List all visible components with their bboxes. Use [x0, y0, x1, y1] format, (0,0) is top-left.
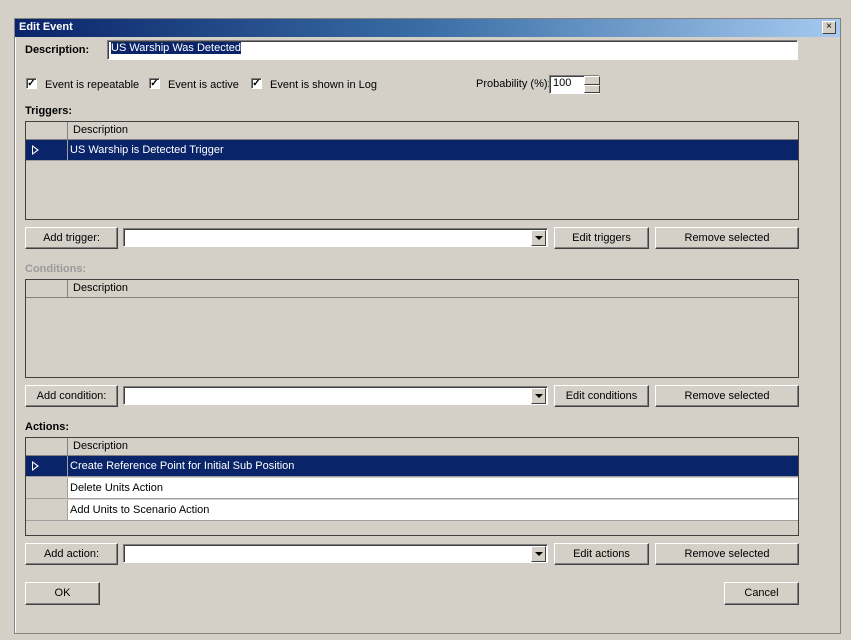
repeatable-checkbox[interactable]: ✓ — [26, 78, 37, 89]
triggers-grid[interactable]: Description US Warship is Detected Trigg… — [25, 121, 799, 220]
probability-down-button[interactable] — [584, 85, 600, 93]
conditions-heading: Conditions: — [25, 263, 87, 275]
table-row[interactable]: US Warship is Detected Trigger — [26, 140, 798, 161]
title-bar[interactable]: Edit Event × — [15, 19, 840, 37]
row-selector[interactable] — [26, 500, 68, 520]
ok-button[interactable]: OK — [25, 582, 100, 605]
row-selector[interactable] — [26, 456, 68, 476]
description-input[interactable]: US Warship Was Detected — [107, 40, 798, 60]
active-label: Event is active — [168, 79, 239, 91]
action-description: Add Units to Scenario Action — [70, 504, 210, 516]
remove-trigger-button[interactable]: Remove selected — [655, 227, 799, 249]
edit-triggers-button[interactable]: Edit triggers — [554, 227, 649, 249]
probability-value: 100 — [553, 77, 572, 89]
chevron-down-icon[interactable] — [531, 546, 546, 562]
repeatable-label: Event is repeatable — [45, 79, 140, 91]
row-pointer-icon — [32, 145, 39, 155]
row-selector[interactable] — [26, 140, 68, 160]
trigger-type-combo[interactable] — [123, 228, 548, 247]
trigger-description: US Warship is Detected Trigger — [70, 144, 224, 156]
condition-type-combo[interactable] — [123, 386, 548, 405]
table-row[interactable]: Create Reference Point for Initial Sub P… — [26, 456, 798, 477]
chevron-down-icon[interactable] — [531, 230, 546, 246]
row-selector[interactable] — [26, 478, 68, 498]
actions-column-header: Description — [73, 440, 129, 452]
remove-condition-button[interactable]: Remove selected — [655, 385, 799, 407]
conditions-column-header: Description — [73, 282, 129, 294]
add-condition-button[interactable]: Add condition: — [25, 385, 118, 407]
triggers-heading: Triggers: — [25, 105, 73, 117]
edit-conditions-button[interactable]: Edit conditions — [554, 385, 649, 407]
window-title: Edit Event — [19, 21, 73, 33]
edit-actions-button[interactable]: Edit actions — [554, 543, 649, 565]
add-trigger-button[interactable]: Add trigger: — [25, 227, 118, 249]
actions-grid-header: Description — [26, 438, 798, 456]
probability-label: Probability (%): — [476, 78, 551, 90]
table-row[interactable]: Add Units to Scenario Action — [26, 500, 798, 521]
triggers-column-header: Description — [73, 124, 129, 136]
add-action-button[interactable]: Add action: — [25, 543, 118, 565]
probability-up-button[interactable] — [584, 76, 600, 85]
remove-action-button[interactable]: Remove selected — [655, 543, 799, 565]
close-button[interactable]: × — [822, 21, 836, 34]
action-description: Create Reference Point for Initial Sub P… — [70, 460, 295, 472]
conditions-grid[interactable]: Description — [25, 279, 799, 378]
action-description: Delete Units Action — [70, 482, 163, 494]
table-row[interactable]: Delete Units Action — [26, 478, 798, 499]
chevron-down-icon[interactable] — [531, 388, 546, 404]
cancel-button[interactable]: Cancel — [724, 582, 799, 605]
description-label: Description: — [25, 44, 90, 56]
active-checkbox[interactable]: ✓ — [149, 78, 160, 89]
actions-heading: Actions: — [25, 421, 69, 433]
row-pointer-icon — [32, 461, 39, 471]
shown-in-log-checkbox[interactable]: ✓ — [251, 78, 262, 89]
triggers-grid-header: Description — [26, 122, 798, 140]
action-type-combo[interactable] — [123, 544, 548, 563]
conditions-grid-header: Description — [26, 280, 798, 298]
description-value: US Warship Was Detected — [111, 42, 242, 54]
actions-grid[interactable]: Description Create Reference Point for I… — [25, 437, 799, 536]
shown-in-log-label: Event is shown in Log — [270, 79, 378, 91]
